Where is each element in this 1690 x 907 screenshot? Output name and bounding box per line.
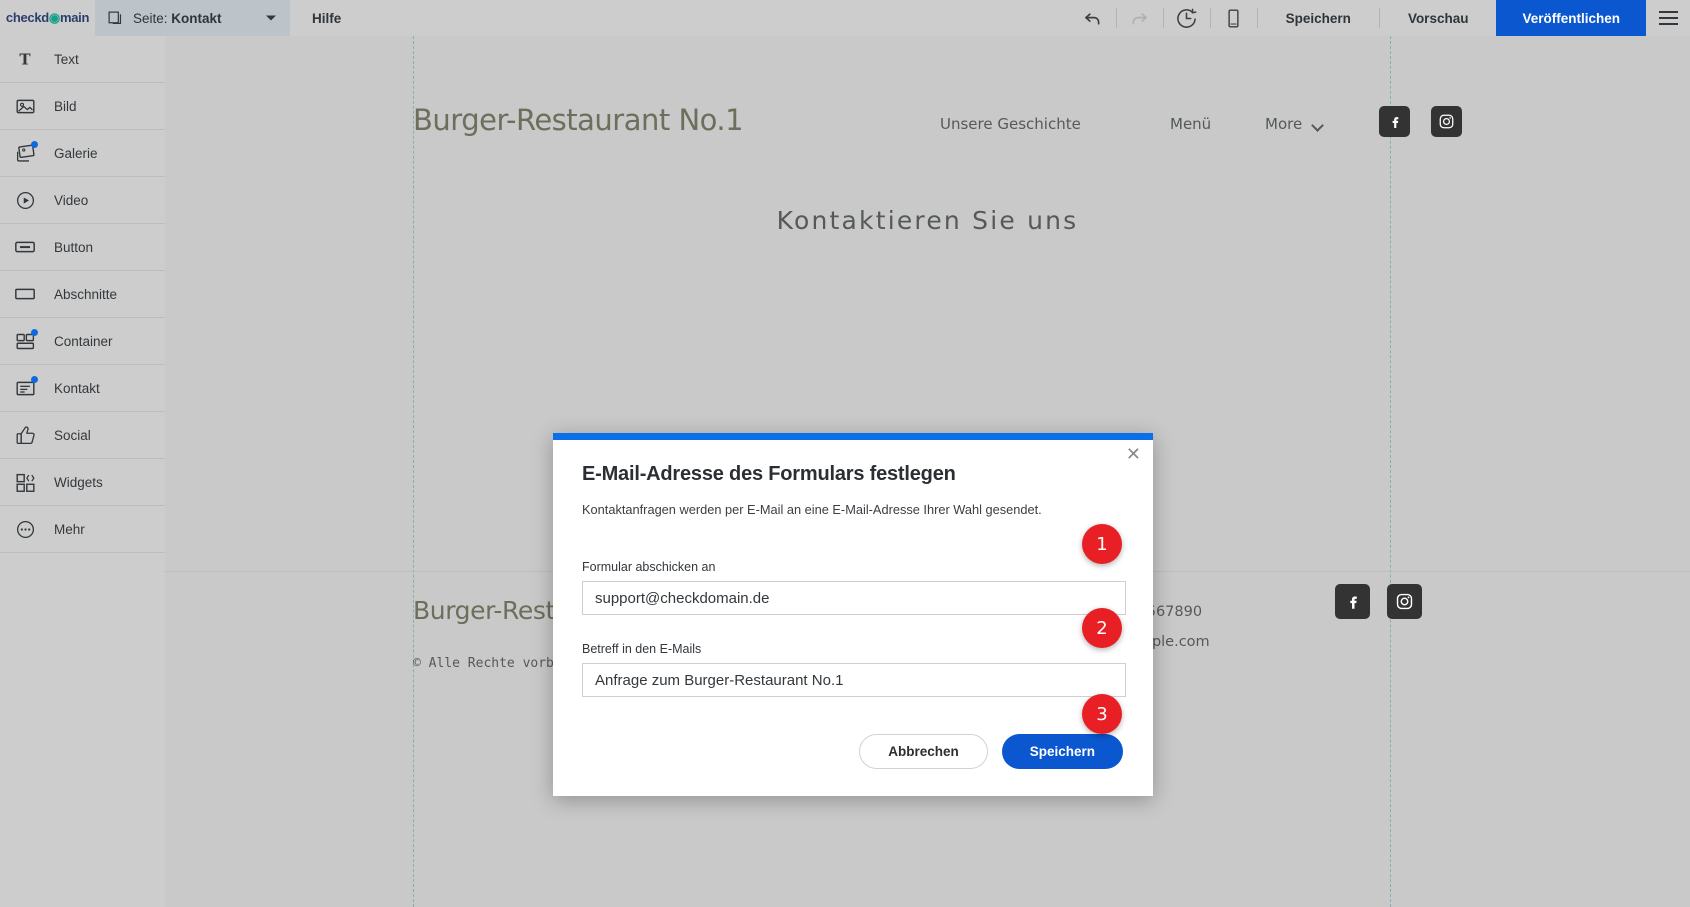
sidebar-item-label: Widgets	[54, 475, 103, 490]
step-badge-3: 3	[1082, 694, 1122, 734]
sidebar-item-label: Abschnitte	[54, 287, 117, 302]
sidebar-item-label: Kontakt	[54, 381, 100, 396]
modal-title: E-Mail-Adresse des Formulars festlegen	[582, 463, 1124, 486]
preview-nav-unsere-geschichte[interactable]: Unsere Geschichte	[940, 115, 1081, 133]
preview-site-header: Burger-Restaurant No.1 Unsere Geschichte…	[165, 81, 1690, 173]
sidebar-item-label: Button	[54, 240, 93, 255]
sidebar-item-bild[interactable]: Bild	[0, 83, 165, 130]
sidebar-item-galerie[interactable]: Galerie	[0, 130, 165, 177]
text-icon: T	[14, 48, 36, 70]
new-badge-dot	[31, 141, 38, 148]
step-badge-2: 2	[1082, 608, 1122, 648]
chevron-down-icon	[1311, 119, 1324, 132]
preview-site-title[interactable]: Burger-Restaurant No.1	[413, 103, 743, 137]
gallery-icon	[14, 142, 36, 164]
video-icon	[14, 189, 36, 211]
undo-icon[interactable]	[1070, 0, 1116, 36]
toolbar-spacer	[363, 0, 1069, 36]
thumbs-up-icon	[14, 424, 36, 446]
new-badge-dot	[31, 376, 38, 383]
preview-hero-heading[interactable]: Kontaktieren Sie uns	[165, 206, 1690, 235]
sidebar-item-video[interactable]: Video	[0, 177, 165, 224]
left-sidebar: T Text Bild Galerie	[0, 36, 165, 907]
form-field-subject: Betreff in den E-Mails	[582, 642, 1124, 697]
sidebar-item-label: Social	[54, 428, 91, 443]
help-button[interactable]: Hilfe	[290, 0, 363, 36]
modal-description: Kontaktanfragen werden per E-Mail an ein…	[582, 502, 1124, 517]
menu-icon[interactable]	[1646, 0, 1690, 36]
instagram-icon[interactable]	[1387, 584, 1422, 619]
more-dots-icon	[14, 518, 36, 540]
preview-button[interactable]: Vorschau	[1380, 0, 1497, 36]
field-label: Betreff in den E-Mails	[582, 642, 1124, 656]
email-subject-input[interactable]	[582, 663, 1126, 697]
chevron-down-icon	[266, 16, 276, 21]
button-icon	[14, 236, 36, 258]
cancel-button[interactable]: Abbrechen	[859, 734, 988, 769]
preview-nav-menu[interactable]: Menü	[1170, 115, 1211, 133]
sidebar-item-button[interactable]: Button	[0, 224, 165, 271]
pages-icon	[107, 10, 124, 27]
page-selector-label: Seite: Kontakt	[133, 11, 222, 26]
sidebar-item-text[interactable]: T Text	[0, 36, 165, 83]
step-badge-1: 1	[1082, 524, 1122, 564]
preview-nav-more[interactable]: More	[1265, 115, 1302, 133]
new-badge-dot	[31, 329, 38, 336]
save-button[interactable]: Speichern	[1258, 0, 1379, 36]
sidebar-item-label: Video	[54, 193, 88, 208]
sidebar-item-container[interactable]: Container	[0, 318, 165, 365]
sidebar-item-mehr[interactable]: Mehr	[0, 506, 165, 553]
sidebar-item-widgets[interactable]: Widgets	[0, 459, 165, 506]
facebook-icon[interactable]	[1335, 584, 1370, 619]
save-button[interactable]: Speichern	[1002, 734, 1123, 769]
modal-actions: Abbrechen Speichern	[582, 734, 1124, 769]
modal-accent-bar	[553, 433, 1153, 440]
history-icon[interactable]	[1164, 0, 1210, 36]
close-icon[interactable]: ✕	[1126, 446, 1141, 464]
sidebar-item-label: Mehr	[54, 522, 85, 537]
instagram-icon[interactable]	[1431, 106, 1462, 137]
app-logo-text: checkd◉main	[6, 10, 89, 26]
sidebar-item-abschnitte[interactable]: Abschnitte	[0, 271, 165, 318]
field-label: Formular abschicken an	[582, 560, 1124, 574]
app-logo[interactable]: checkd◉main	[0, 0, 95, 36]
container-icon	[14, 330, 36, 352]
publish-button[interactable]: Veröffentlichen	[1496, 0, 1646, 36]
sidebar-item-kontakt[interactable]: Kontakt	[0, 365, 165, 412]
svg-text:T: T	[19, 50, 31, 68]
form-field-recipient: Formular abschicken an	[582, 560, 1124, 615]
modal-body: E-Mail-Adresse des Formulars festlegen K…	[553, 440, 1153, 769]
mobile-preview-icon[interactable]	[1211, 0, 1257, 36]
widgets-icon	[14, 471, 36, 493]
top-toolbar: checkd◉main Seite: Kontakt Hilfe	[0, 0, 1690, 36]
sidebar-item-label: Galerie	[54, 146, 98, 161]
sections-icon	[14, 283, 36, 305]
recipient-email-input[interactable]	[582, 581, 1126, 615]
sidebar-item-label: Bild	[54, 99, 77, 114]
sidebar-item-social[interactable]: Social	[0, 412, 165, 459]
redo-icon[interactable]	[1117, 0, 1163, 36]
sidebar-item-label: Container	[54, 334, 113, 349]
email-settings-modal: ✕ E-Mail-Adresse des Formulars festlegen…	[553, 433, 1153, 796]
sidebar-item-label: Text	[54, 52, 79, 67]
page-selector-dropdown[interactable]: Seite: Kontakt	[95, 0, 290, 36]
facebook-icon[interactable]	[1379, 106, 1410, 137]
image-icon	[14, 95, 36, 117]
contact-icon	[14, 377, 36, 399]
